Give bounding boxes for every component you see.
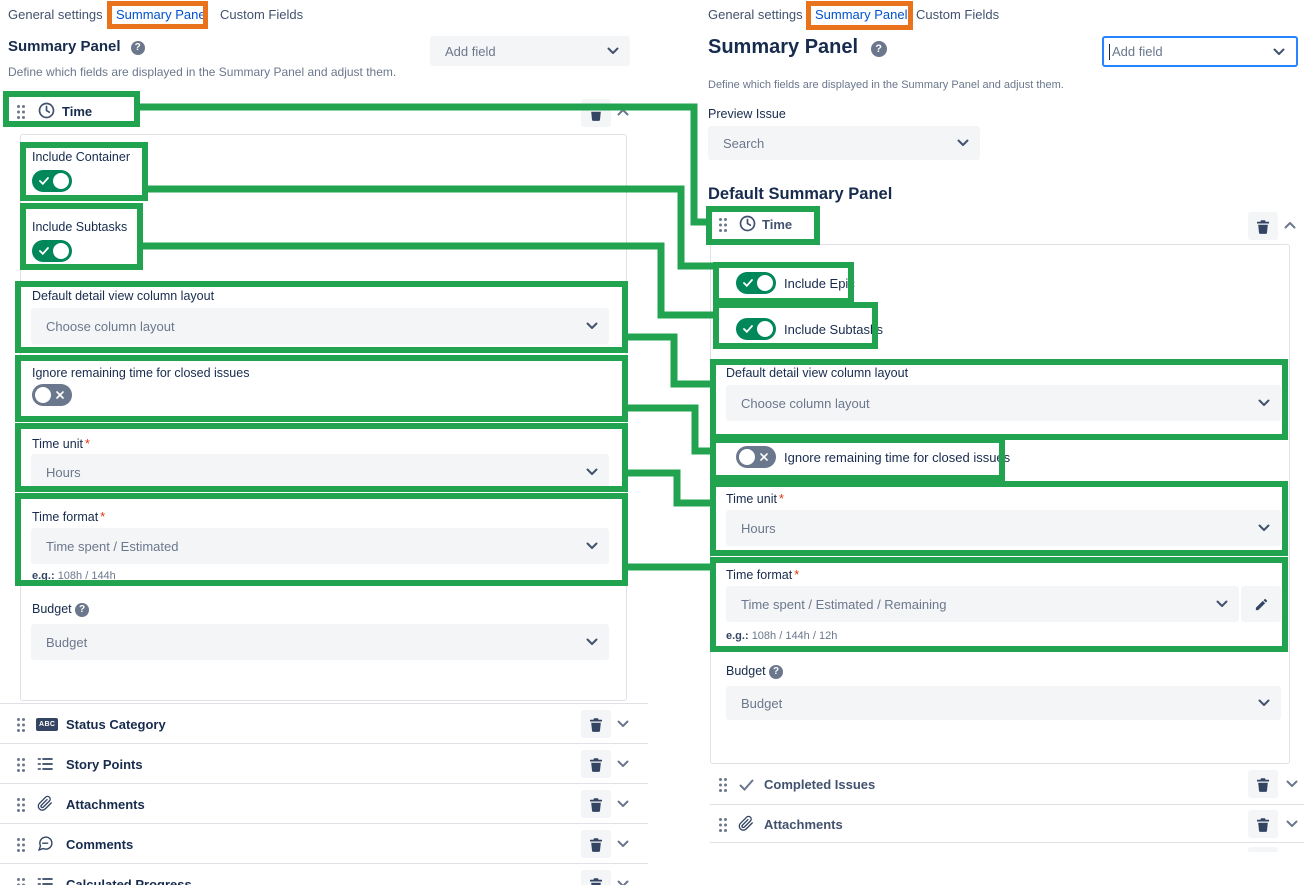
chevron-down-icon [1258,699,1270,707]
preview-issue-label: Preview Issue [708,107,786,121]
expand-field-chevron[interactable] [1286,780,1298,788]
field-row-label: Completed Issues [764,777,875,792]
toggle-check-icon [743,325,753,333]
preview-issue-select[interactable]: Search [708,126,980,160]
delete-field-button[interactable] [1248,770,1278,798]
text-cursor [1109,44,1110,60]
right-panel: General settings Summary Panel Custom Fi… [0,0,1304,885]
drag-handle-icon[interactable] [718,217,728,233]
default-summary-panel-heading: Default Summary Panel [708,185,892,204]
expand-field-chevron[interactable] [1286,820,1298,828]
edit-time-format-button[interactable] [1241,586,1281,622]
toggle-knob [739,449,755,465]
trash-icon [1256,219,1270,234]
right-tab-general-settings[interactable]: General settings [708,7,803,22]
right-time-panel-title: Time [762,217,792,232]
settings-comparison-screenshot: General settings Summary Panel Custom Fi… [0,0,1304,885]
help-icon[interactable]: ? [871,41,887,57]
paperclip-icon [738,815,754,832]
chevron-down-icon [1273,48,1285,56]
right-tab-summary-panel[interactable]: Summary Panel [815,7,907,22]
column-layout-placeholder: Choose column layout [741,396,870,411]
include-epic-label: Include Epic [784,276,855,291]
field-row-attachments[interactable]: Attachments [710,804,1304,843]
chevron-down-icon [1216,600,1228,608]
toggle-knob [757,275,773,291]
required-asterisk: * [779,492,784,506]
time-unit-select[interactable]: Hours [726,510,1281,546]
delete-time-field-button[interactable] [1248,212,1278,240]
right-add-field-placeholder: Add field [1112,44,1163,59]
column-layout-label: Default detail view column layout [726,366,908,380]
time-format-select[interactable]: Time spent / Estimated / Remaining [726,586,1239,622]
right-page-title: Summary Panel ? [708,36,887,59]
trash-icon [1256,817,1270,832]
include-subtasks-label: Include Subtasks [784,322,883,337]
required-asterisk: * [794,568,799,582]
time-format-example: e.g.: 108h / 144h / 12h [726,630,837,642]
partial-delete-field-button[interactable] [1248,847,1278,852]
time-format-label: Time format* [726,568,799,582]
help-icon[interactable]: ? [769,665,783,679]
drag-handle-icon[interactable] [718,817,728,833]
ignore-remaining-label: Ignore remaining time for closed issues [784,450,1010,465]
include-epic-toggle[interactable] [736,272,776,294]
preview-issue-placeholder: Search [723,136,764,151]
budget-label: Budget ? [726,664,783,679]
time-unit-value: Hours [741,521,776,536]
chevron-down-icon [1258,524,1270,532]
pencil-icon [1254,597,1269,612]
toggle-x-icon [760,453,768,461]
collapse-time-field-chevron[interactable] [1284,221,1296,229]
drag-handle-icon[interactable] [718,777,728,793]
clock-icon [739,215,756,232]
time-unit-label: Time unit* [726,492,784,506]
field-row-label: Attachments [764,817,843,832]
budget-select[interactable]: Budget [726,686,1281,720]
column-layout-select[interactable]: Choose column layout [726,385,1281,421]
right-add-field-select[interactable]: Add field [1102,36,1298,67]
budget-placeholder: Budget [741,696,782,711]
chevron-down-icon [1258,399,1270,407]
check-icon [739,779,754,791]
right-page-description: Define which fields are displayed in the… [708,79,1064,91]
toggle-knob [757,321,773,337]
time-format-value: Time spent / Estimated / Remaining [741,597,946,612]
ignore-remaining-toggle[interactable] [736,446,776,468]
active-tab-underline [814,26,902,28]
include-subtasks-toggle[interactable] [736,318,776,340]
field-row-completed-issues[interactable]: Completed Issues [710,765,1304,804]
trash-icon [1256,777,1270,792]
chevron-down-icon [957,139,969,147]
toggle-check-icon [743,279,753,287]
right-tab-custom-fields[interactable]: Custom Fields [916,7,999,22]
delete-field-button[interactable] [1248,810,1278,838]
